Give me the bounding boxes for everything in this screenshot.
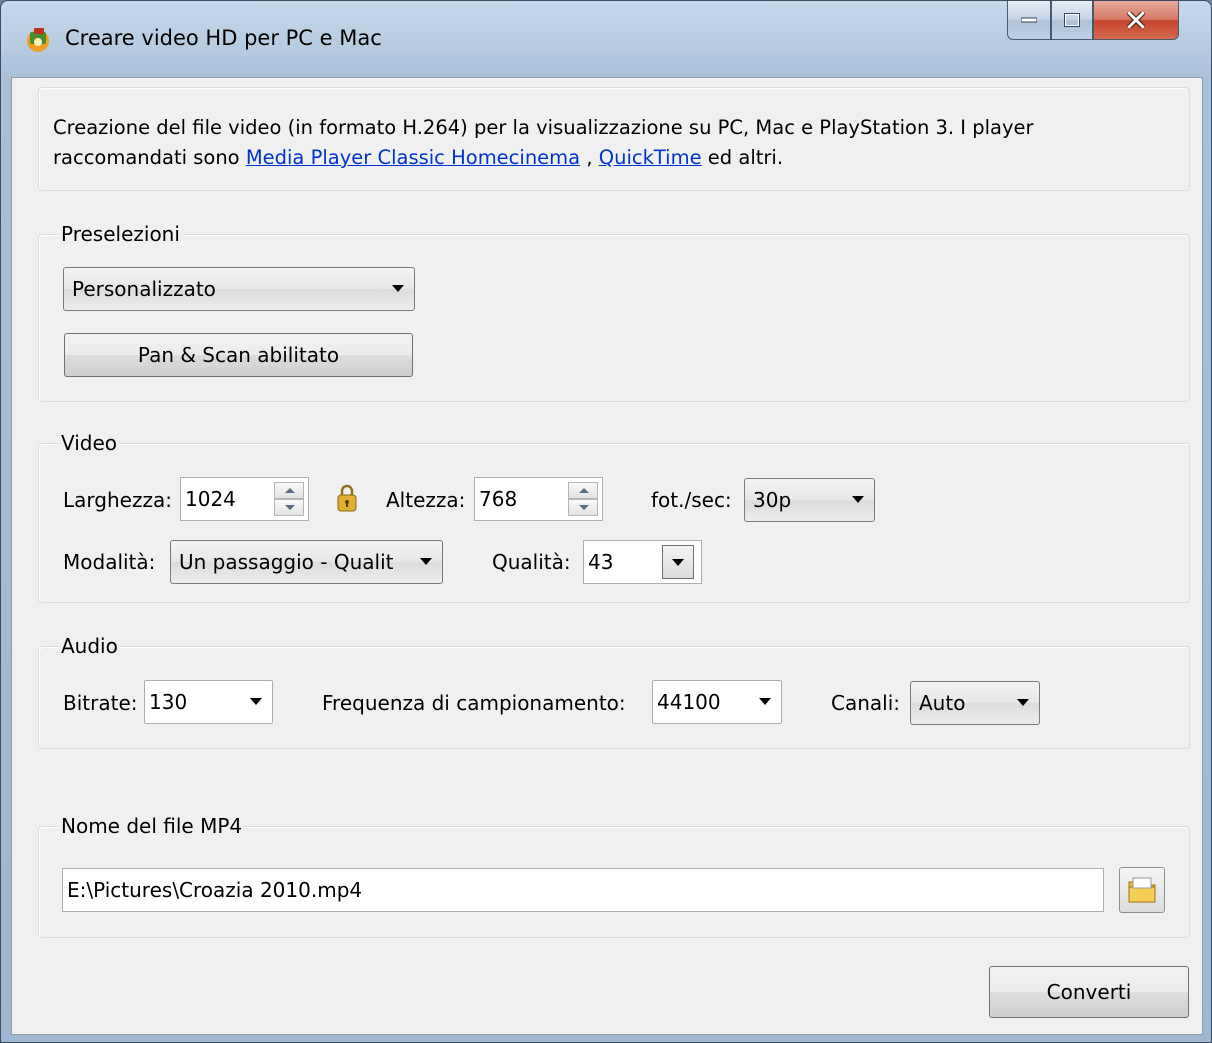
width-label: Larghezza: [63, 488, 172, 512]
quality-label: Qualità: [492, 550, 571, 574]
bitrate-value: 130 [149, 690, 188, 714]
samplerate-value: 44100 [657, 690, 721, 714]
minimize-button[interactable] [1007, 1, 1051, 40]
samplerate-combo[interactable]: 44100 [652, 680, 782, 724]
description-text: Creazione del file video (in formato H.2… [53, 113, 1173, 173]
chevron-down-icon [1017, 699, 1029, 706]
output-legend: Nome del file MP4 [59, 814, 245, 838]
window-title: Creare video HD per PC e Mac [65, 26, 382, 50]
chevron-down-icon [392, 285, 404, 292]
quality-combo[interactable]: 43 [583, 540, 702, 584]
pan-scan-button[interactable]: Pan & Scan abilitato [64, 333, 413, 377]
mode-selected: Un passaggio - Qualit [179, 550, 394, 574]
height-label: Altezza: [386, 488, 466, 512]
fps-label: fot./sec: [651, 488, 732, 512]
presets-selected: Personalizzato [72, 277, 216, 301]
link-quicktime[interactable]: QuickTime [599, 146, 702, 169]
mode-dropdown[interactable]: Un passaggio - Qualit [170, 540, 443, 584]
samplerate-label: Frequenza di campionamento: [322, 691, 626, 715]
height-spin-up[interactable] [568, 482, 598, 499]
link-media-player-classic[interactable]: Media Player Classic Homecinema [246, 146, 580, 169]
minimize-icon [1021, 17, 1037, 23]
fps-dropdown[interactable]: 30p [744, 478, 875, 522]
chevron-down-icon [852, 496, 864, 503]
audio-legend: Audio [59, 634, 120, 658]
filename-value: E:\Pictures\Croazia 2010.mp4 [67, 878, 363, 902]
width-input[interactable]: 1024 [180, 477, 309, 521]
maximize-button[interactable] [1051, 1, 1093, 40]
quality-dropdown-button[interactable] [662, 545, 694, 579]
chevron-down-icon [759, 698, 771, 705]
height-input[interactable]: 768 [474, 477, 603, 521]
width-spin-up[interactable] [274, 482, 304, 499]
width-spinner[interactable] [274, 482, 304, 516]
chevron-down-icon [420, 558, 432, 565]
fps-selected: 30p [753, 488, 792, 512]
channels-selected: Auto [919, 691, 966, 715]
width-value: 1024 [185, 487, 236, 511]
maximize-icon [1064, 13, 1080, 27]
presets-dropdown[interactable]: Personalizzato [63, 267, 415, 311]
bitrate-combo[interactable]: 130 [144, 680, 273, 724]
video-legend: Video [59, 431, 120, 455]
bitrate-label: Bitrate: [63, 691, 138, 715]
close-icon [1127, 12, 1145, 28]
folder-icon [1128, 877, 1156, 903]
app-icon [27, 28, 49, 52]
convert-button[interactable]: Converti [989, 966, 1189, 1018]
title-bar[interactable]: Creare video HD per PC e Mac [1, 1, 1211, 77]
quality-value: 43 [588, 550, 614, 574]
presets-legend: Preselezioni [59, 222, 182, 246]
browse-button[interactable] [1119, 867, 1165, 913]
description-outro: ed altri. [701, 146, 784, 169]
mode-label: Modalità: [63, 550, 156, 574]
height-spinner[interactable] [568, 482, 598, 516]
height-value: 768 [479, 487, 518, 511]
chevron-down-icon [250, 698, 262, 705]
height-spin-down[interactable] [568, 499, 598, 516]
description-separator: , [580, 146, 599, 169]
aspect-lock-icon[interactable] [336, 483, 358, 513]
width-spin-down[interactable] [274, 499, 304, 516]
filename-input[interactable]: E:\Pictures\Croazia 2010.mp4 [62, 868, 1104, 912]
channels-label: Canali: [831, 691, 901, 715]
close-button[interactable] [1093, 1, 1179, 40]
channels-dropdown[interactable]: Auto [910, 681, 1040, 725]
app-window: Creare video HD per PC e Mac Creazione d… [0, 0, 1212, 1043]
